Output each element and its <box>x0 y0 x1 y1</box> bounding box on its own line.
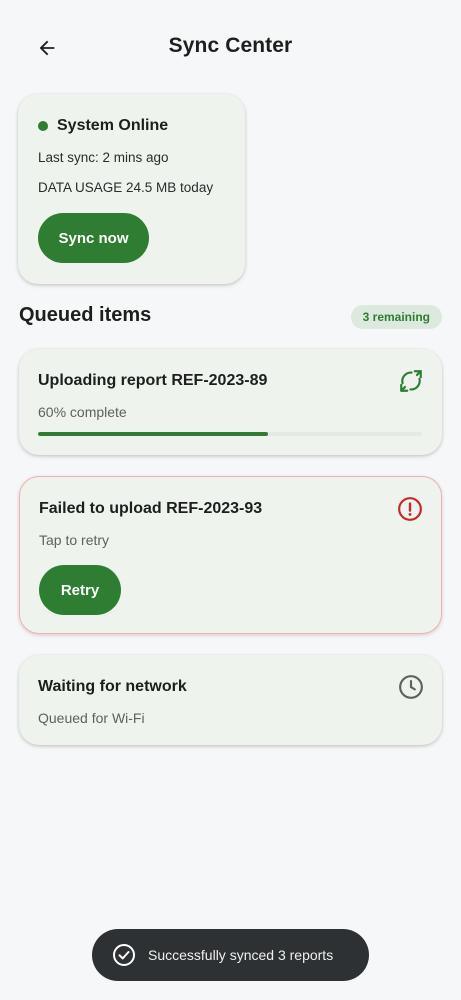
queue-item-title: Waiting for network <box>38 678 187 695</box>
queue-item-subtitle: 60% complete <box>38 404 127 420</box>
app-bar: Sync Center <box>0 0 461 94</box>
snackbar: Successfully synced 3 reports <box>92 929 369 981</box>
snackbar-message: Successfully synced 3 reports <box>148 947 334 963</box>
upload-progress-bar <box>38 432 422 436</box>
last-sync-text: Last sync: 2 mins ago <box>38 150 169 165</box>
upload-progress-fill <box>38 432 269 436</box>
queue-section-title: Queued items <box>19 304 152 326</box>
queue-item-subtitle: Queued for Wi-Fi <box>38 710 145 726</box>
status-row: System Online <box>38 115 225 137</box>
remaining-count-badge: 3 remaining <box>350 305 442 329</box>
queue-item-title: Failed to upload REF-2023-93 <box>39 500 263 517</box>
status-card: System Online Last sync: 2 mins ago DATA… <box>18 94 245 284</box>
page-title: Sync Center <box>168 34 293 57</box>
error-icon <box>397 496 423 522</box>
queue-item-failed[interactable]: Failed to upload REF-2023-93 Tap to retr… <box>19 476 442 634</box>
check-circle-icon <box>113 944 135 966</box>
status-label: System Online <box>57 117 169 134</box>
data-usage-text: DATA USAGE 24.5 MB today <box>38 180 214 195</box>
online-status-dot <box>38 121 48 131</box>
queue-section-header: Queued items 3 remaining <box>19 302 442 332</box>
queue-item-waiting[interactable]: Waiting for network Queued for Wi-Fi <box>19 655 442 745</box>
queue-item-title: Uploading report REF-2023-89 <box>38 372 268 389</box>
retry-button[interactable]: Retry <box>39 565 121 615</box>
clock-icon <box>398 674 424 700</box>
queue-item-uploading[interactable]: Uploading report REF-2023-89 60% complet… <box>19 349 442 455</box>
queue-item-subtitle: Tap to retry <box>39 532 110 548</box>
sync-now-button[interactable]: Sync now <box>38 213 149 263</box>
sync-icon <box>398 368 424 394</box>
